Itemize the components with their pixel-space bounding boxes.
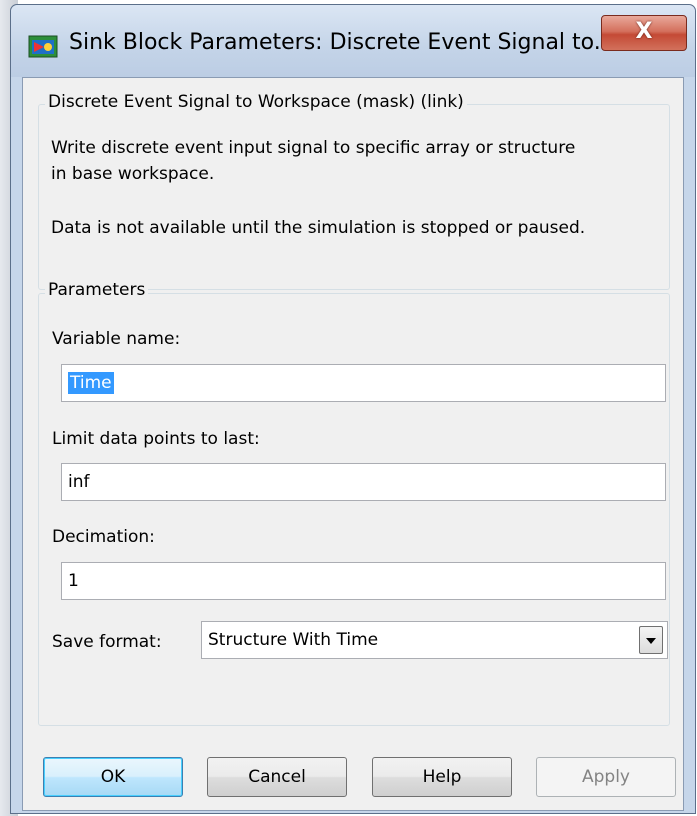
apply-button[interactable]: Apply <box>536 757 676 797</box>
limit-data-points-value: inf <box>68 472 90 492</box>
close-icon: X <box>635 19 653 44</box>
description-group-legend: Discrete Event Signal to Workspace (mask… <box>45 92 467 112</box>
save-format-label: Save format: <box>52 632 162 652</box>
title-bar[interactable]: Sink Block Parameters: Discrete Event Si… <box>11 5 695 77</box>
variable-name-label: Variable name: <box>52 329 181 349</box>
cancel-button[interactable]: Cancel <box>207 757 347 797</box>
decimation-value: 1 <box>68 571 79 591</box>
variable-name-input[interactable]: Time <box>61 364 666 402</box>
limit-data-points-input[interactable]: inf <box>61 463 666 501</box>
limit-data-points-label: Limit data points to last: <box>52 429 260 449</box>
help-button[interactable]: Help <box>372 757 512 797</box>
variable-name-value: Time <box>68 372 114 394</box>
description-line-3: Data is not available until the simulati… <box>51 218 586 238</box>
description-line-1: Write discrete event input signal to spe… <box>51 138 576 158</box>
description-group <box>38 104 670 290</box>
save-format-select[interactable]: Structure With Time <box>201 621 668 659</box>
window-title: Sink Block Parameters: Discrete Event Si… <box>69 30 615 55</box>
parameters-group-legend: Parameters <box>45 280 149 300</box>
description-line-2: in base workspace. <box>51 164 215 184</box>
dialog-client-area: Discrete Event Signal to Workspace (mask… <box>22 77 684 811</box>
dialog-window: Sink Block Parameters: Discrete Event Si… <box>10 4 696 814</box>
save-format-value: Structure With Time <box>208 630 379 650</box>
close-button[interactable]: X <box>601 15 687 51</box>
decimation-input[interactable]: 1 <box>61 562 666 600</box>
decimation-label: Decimation: <box>52 527 155 547</box>
simulink-block-icon <box>28 35 58 58</box>
ok-button[interactable]: OK <box>43 757 183 797</box>
chevron-down-icon[interactable] <box>639 626 663 654</box>
parameters-group <box>38 293 670 726</box>
